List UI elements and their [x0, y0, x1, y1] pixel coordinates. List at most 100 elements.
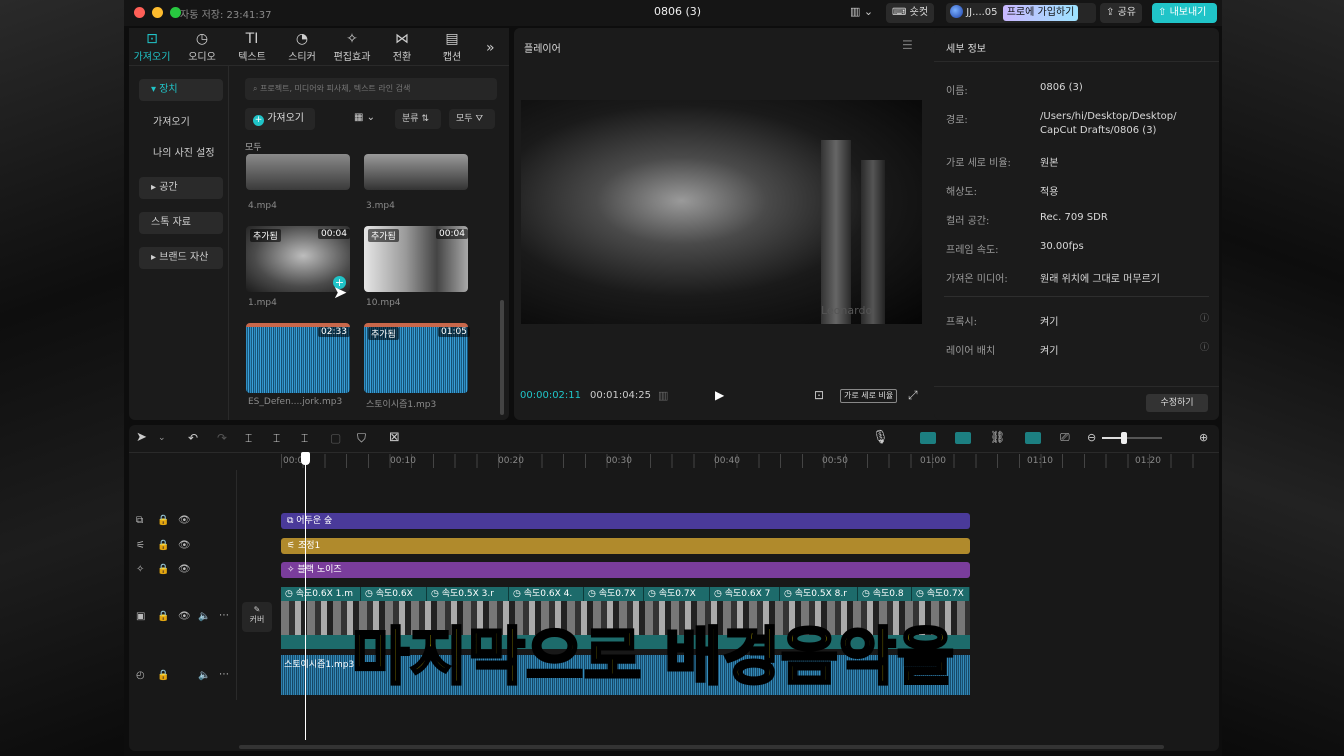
split-icon[interactable]: ⌶ — [245, 431, 252, 446]
auto-reframe-icon[interactable]: ⊠ — [389, 430, 400, 445]
sidebar-item-space[interactable]: ▸ 공간 — [139, 177, 223, 199]
sidebar-item-device[interactable]: ▾ 장치 — [139, 79, 223, 101]
sidebar-item-my-presets[interactable]: 나의 사진 설정 — [139, 143, 223, 165]
help-icon[interactable]: ⓘ — [1200, 311, 1209, 324]
video-clip[interactable]: ◷ 속도0.7X — [912, 587, 970, 601]
time-ruler[interactable] — [281, 454, 1211, 468]
eye-icon[interactable]: 👁 — [178, 611, 191, 622]
adjust-track-clip[interactable]: ⚟ 조정1 — [281, 538, 970, 554]
split-right-icon[interactable]: ⌶ — [301, 431, 308, 446]
player-title: 플레이어 — [524, 44, 561, 55]
sidebar-item-stock[interactable]: 스톡 자료 — [139, 212, 223, 234]
eye-icon[interactable]: 👁 — [178, 564, 191, 575]
caption-preview-icon[interactable]: ⎚ — [1060, 430, 1070, 445]
preview-axis-icon[interactable] — [1025, 432, 1041, 444]
video-clip[interactable]: ◷ 속도0.7X — [644, 587, 710, 601]
video-clip[interactable]: ◷ 속도0.5X 3.r — [427, 587, 509, 601]
duration-label: 01:05 — [438, 327, 470, 337]
video-clip[interactable]: ◷ 속도0.8 — [858, 587, 912, 601]
share-button[interactable]: ⇪ 공유 — [1100, 3, 1142, 23]
tab-caption[interactable]: ▤ 캡션 — [429, 30, 475, 63]
zoom-slider[interactable] — [1102, 432, 1162, 444]
link-icon[interactable]: ⛓ — [990, 430, 1005, 444]
filter-track-clip[interactable]: ⧉ 어두운 숲 — [281, 513, 970, 529]
lock-icon[interactable]: 🔒 — [157, 611, 169, 622]
video-clip[interactable]: ◷ 속도0.6X 1.m — [281, 587, 361, 601]
account-area[interactable]: JJ....05 프로에 가입하기 — [946, 3, 1096, 23]
filter-button[interactable]: 모두 ⛛ — [449, 109, 495, 129]
close-window-button[interactable] — [134, 7, 145, 18]
media-search-input[interactable]: ⌕ 프로젝트, 미디어와 피사체, 텍스트 라인 검색 — [245, 78, 497, 100]
aspect-ratio-button[interactable]: 가로 세로 비율 — [840, 389, 898, 403]
more-icon[interactable]: ⋯ — [219, 669, 229, 680]
proxy-value[interactable]: 켜기 — [1040, 313, 1058, 328]
edit-button[interactable]: 수정하기 — [1146, 394, 1208, 412]
layout-icon[interactable]: ▥ ⌄ — [850, 5, 873, 18]
tab-transition[interactable]: ⋈ 전환 — [379, 30, 425, 63]
fit-zoom-icon[interactable]: ⊡ — [814, 388, 824, 402]
shield-icon[interactable]: ⛉ — [357, 431, 366, 446]
tab-audio[interactable]: ◷ 오디오 — [179, 30, 225, 63]
minimize-window-button[interactable] — [152, 7, 163, 18]
fullscreen-icon[interactable]: ⤢ — [908, 388, 918, 403]
lock-icon[interactable]: 🔒 — [157, 540, 169, 551]
export-button[interactable]: ⇧ 내보내기 — [1152, 3, 1217, 23]
sidebar-item-brand[interactable]: ▸ 브랜드 자산 — [139, 247, 223, 269]
playhead-handle[interactable] — [301, 452, 310, 465]
detail-label: 컬러 공간: — [946, 216, 990, 227]
cover-button[interactable]: ✎ 커버 — [242, 602, 272, 632]
tab-sticker[interactable]: ◔ 스티커 — [279, 30, 325, 63]
video-clip[interactable]: ◷ 속도0.6X 4. — [509, 587, 584, 601]
media-thumb-4[interactable] — [246, 154, 350, 190]
speaker-icon[interactable]: 🔈 — [198, 611, 210, 622]
microphone-icon[interactable]: 🎙 — [872, 430, 889, 445]
chevron-down-icon[interactable]: ⌄ — [158, 433, 166, 443]
playhead[interactable] — [305, 452, 306, 740]
layer-value[interactable]: 켜기 — [1040, 342, 1058, 357]
adjust-track-icon: ⚟ — [136, 540, 145, 551]
zoom-out-icon[interactable]: ⊖ — [1087, 431, 1096, 444]
tab-text[interactable]: TI 텍스트 — [229, 30, 275, 63]
auto-snap-icon[interactable] — [955, 432, 971, 444]
watermark-text: Leonardo — [821, 304, 873, 317]
video-clip[interactable]: ◷ 속도0.6X — [361, 587, 427, 601]
shortcut-button[interactable]: ⌨ 숏컷 — [886, 3, 935, 23]
effect-track-clip[interactable]: ✧ 블랙 노이즈 — [281, 562, 970, 578]
timeline-scrollbar[interactable] — [239, 745, 1164, 749]
view-grid-button[interactable]: ▦ ⌄ — [354, 112, 375, 123]
main-track-magnet-icon[interactable] — [920, 432, 936, 444]
redo-icon[interactable]: ↷ — [217, 431, 227, 445]
media-scrollbar[interactable] — [500, 300, 504, 415]
import-media-button[interactable]: + 가져오기 — [245, 108, 315, 130]
timecode-grid-icon[interactable]: ▥ — [658, 389, 668, 402]
lock-icon[interactable]: 🔒 — [157, 515, 169, 526]
media-thumb-3[interactable] — [364, 154, 468, 190]
select-tool-icon[interactable]: ➤ — [136, 430, 147, 445]
lock-icon[interactable]: 🔒 — [157, 670, 169, 681]
delete-icon[interactable]: ▢ — [330, 431, 341, 445]
speaker-icon[interactable]: 🔈 — [198, 670, 210, 681]
help-icon[interactable]: ⓘ — [1200, 340, 1209, 353]
eye-icon[interactable]: 👁 — [178, 515, 191, 526]
play-button[interactable]: ▶ — [715, 388, 724, 402]
player-menu-icon[interactable]: ☰ — [902, 38, 913, 52]
sidebar-item-import[interactable]: 가져오기 — [139, 112, 223, 134]
sort-button[interactable]: 분류 ⇅ — [395, 109, 441, 129]
undo-icon[interactable]: ↶ — [188, 431, 198, 445]
video-preview[interactable]: Leonardo — [521, 100, 922, 324]
zoom-slider-handle[interactable] — [1121, 432, 1127, 444]
split-left-icon[interactable]: ⌶ — [273, 431, 280, 446]
pencil-icon: ✎ — [253, 605, 261, 614]
more-icon[interactable]: ⋯ — [219, 610, 229, 621]
tab-import[interactable]: ⊡ 가져오기 — [129, 30, 175, 63]
video-clip[interactable]: ◷ 속도0.7X — [584, 587, 644, 601]
tab-effects[interactable]: ✧ 편집효과 — [329, 30, 375, 63]
more-tabs-icon[interactable]: » — [486, 40, 495, 56]
video-clip[interactable]: ◷ 속도0.5X 8.r — [780, 587, 858, 601]
subtitle-overlay: 마지막으로 배경음악을 — [351, 619, 956, 695]
lock-icon[interactable]: 🔒 — [157, 564, 169, 575]
zoom-in-icon[interactable]: ⊕ — [1199, 431, 1208, 444]
video-clip[interactable]: ◷ 속도0.6X 7 — [710, 587, 780, 601]
eye-icon[interactable]: 👁 — [178, 540, 191, 551]
pro-button[interactable]: 프로에 가입하기 — [1002, 5, 1079, 21]
